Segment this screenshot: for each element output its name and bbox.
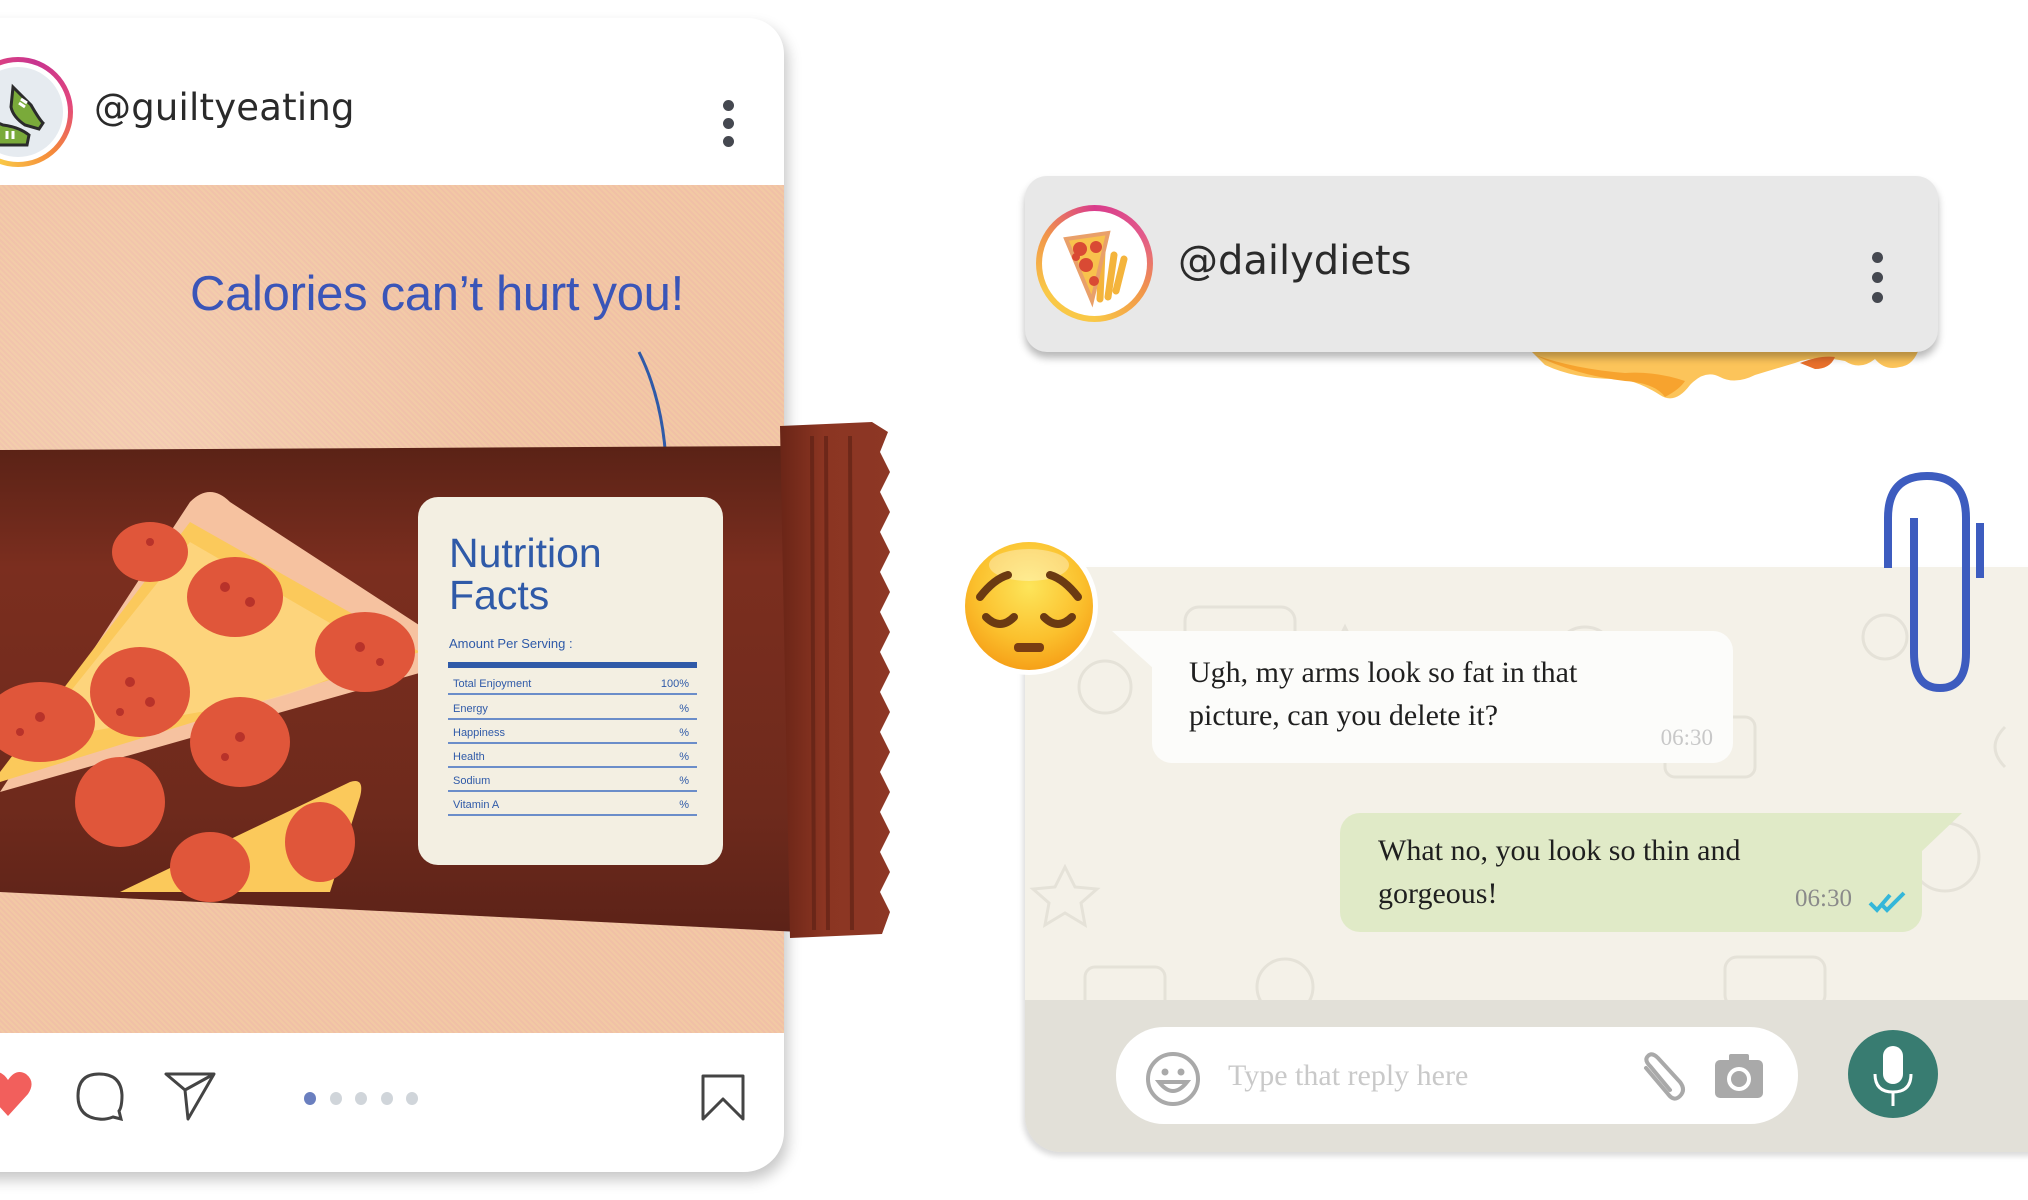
cheese-drip-decoration bbox=[1525, 345, 1920, 399]
pizza-fries-icon bbox=[1063, 230, 1128, 308]
heart-icon[interactable] bbox=[0, 1068, 34, 1118]
nutrition-row-value: 100% bbox=[660, 678, 689, 690]
post-username[interactable]: @guiltyeating bbox=[94, 86, 355, 129]
nutrition-row: Happiness% bbox=[448, 719, 697, 744]
voice-record-button[interactable] bbox=[1848, 1030, 1938, 1118]
post-image-headline: Calories can’t hurt you! bbox=[190, 267, 684, 321]
chat-contact-avatar[interactable] bbox=[1036, 205, 1153, 322]
microphone-icon bbox=[1873, 1046, 1913, 1106]
carousel-dot-active[interactable] bbox=[304, 1092, 316, 1105]
message-text: What no, you look so thin and gorgeous! bbox=[1378, 834, 1741, 910]
nutrition-row-name: Health bbox=[453, 751, 485, 763]
carousel-dot[interactable] bbox=[380, 1092, 393, 1105]
paperclip-decoration bbox=[1884, 471, 1984, 693]
outgoing-message[interactable]: What no, you look so thin and gorgeous! … bbox=[1340, 813, 1962, 932]
pensive-face-icon bbox=[960, 537, 1098, 675]
smiley-icon[interactable] bbox=[1144, 1050, 1202, 1108]
nutrition-row: Vitamin A% bbox=[448, 791, 697, 816]
send-icon[interactable] bbox=[163, 1071, 217, 1121]
carousel-dot[interactable] bbox=[355, 1092, 367, 1105]
nutrition-row: Energy% bbox=[448, 695, 697, 720]
nutrition-row-name: Energy bbox=[453, 703, 488, 715]
comment-icon[interactable] bbox=[75, 1071, 127, 1121]
nutrition-facts-title: Nutrition Facts bbox=[449, 532, 602, 616]
nutrition-row-value: % bbox=[679, 775, 689, 787]
nutrition-row: Health% bbox=[448, 743, 697, 768]
message-input[interactable] bbox=[1228, 1054, 1608, 1098]
paperclip-icon[interactable] bbox=[1638, 1050, 1688, 1104]
nutrition-row-name: Total Enjoyment bbox=[453, 678, 532, 690]
nutrition-row-name: Happiness bbox=[453, 727, 505, 739]
nutrition-row: Sodium% bbox=[448, 767, 697, 792]
nutrition-row-value: % bbox=[679, 703, 689, 715]
more-vertical-icon[interactable] bbox=[719, 100, 739, 148]
nutrition-row: Total Enjoyment 100% bbox=[448, 670, 697, 695]
nutrition-title-line-1: Nutrition bbox=[449, 530, 602, 576]
nutrition-title-line-2: Facts bbox=[449, 572, 550, 618]
nutrition-row-value: % bbox=[679, 751, 689, 763]
carousel-dot[interactable] bbox=[329, 1092, 342, 1105]
message-timestamp: 06:30 bbox=[1795, 885, 1852, 912]
carousel-dot[interactable] bbox=[406, 1092, 418, 1105]
more-vertical-icon[interactable] bbox=[1868, 252, 1888, 304]
nutrition-row-value: % bbox=[679, 799, 689, 811]
bookmark-icon[interactable] bbox=[700, 1073, 746, 1123]
read-receipt-icon bbox=[1868, 891, 1906, 913]
incoming-message[interactable]: Ugh, my arms look so fat in that picture… bbox=[1112, 631, 1733, 763]
message-timestamp: 06:30 bbox=[1660, 725, 1713, 750]
nutrition-row-value: % bbox=[679, 727, 689, 739]
camera-icon[interactable] bbox=[1713, 1050, 1765, 1102]
nutrition-row-name: Vitamin A bbox=[453, 799, 500, 811]
nutrition-row-name: Sodium bbox=[453, 775, 491, 787]
chat-contact-username[interactable]: @dailydiets bbox=[1178, 238, 1411, 284]
chat-header bbox=[1025, 176, 1938, 352]
nutrition-serving-label: Amount Per Serving : bbox=[449, 636, 573, 651]
message-text: Ugh, my arms look so fat in that picture… bbox=[1189, 656, 1578, 732]
nutrition-divider bbox=[448, 662, 697, 668]
pensive-face-emoji bbox=[958, 535, 1100, 677]
